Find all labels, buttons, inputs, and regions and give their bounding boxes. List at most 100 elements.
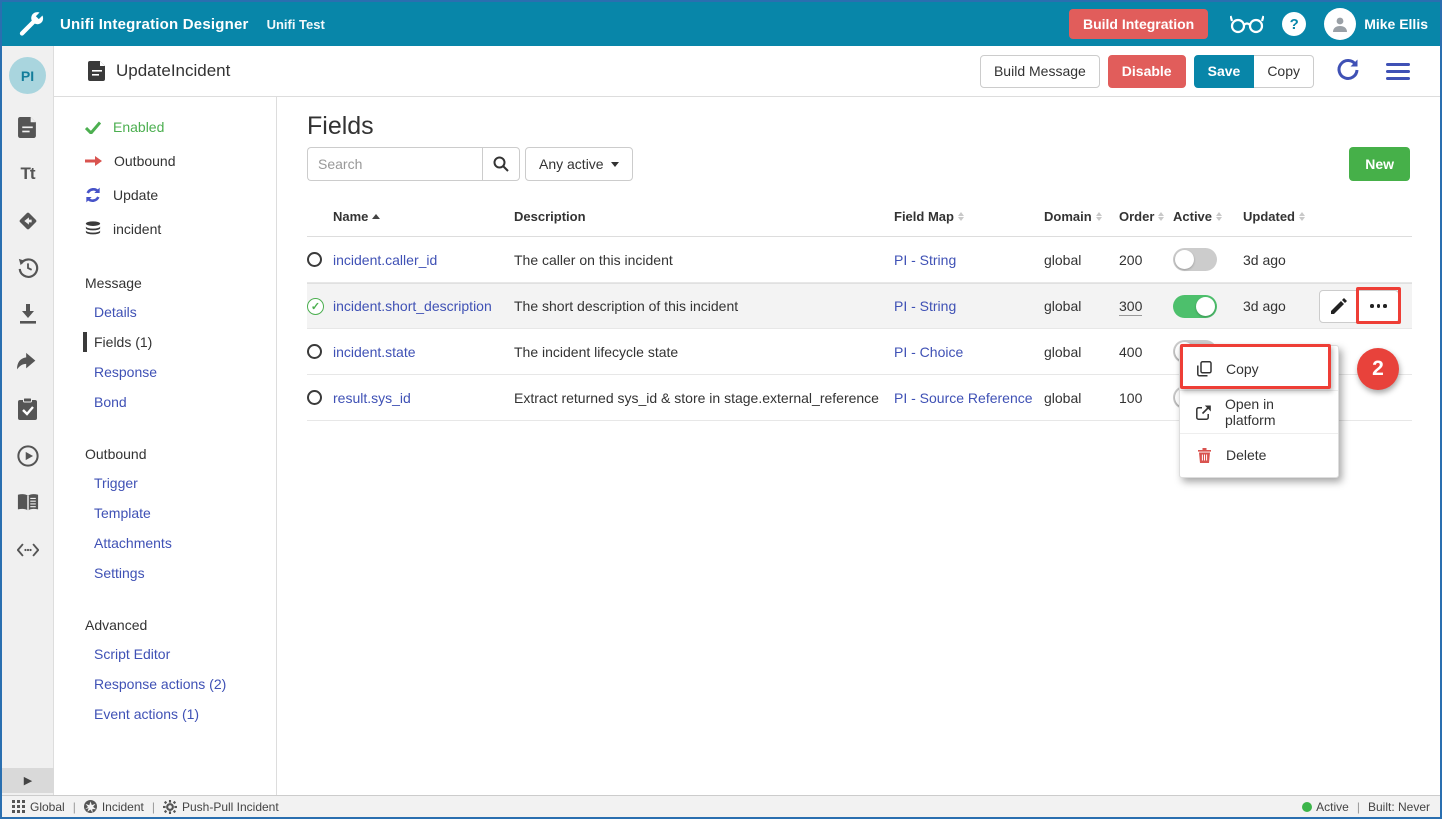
- nav-item-event-actions[interactable]: Event actions (1): [54, 699, 276, 729]
- statusbar-built: Built: Never: [1368, 800, 1430, 814]
- context-menu-open-in-platform[interactable]: Open in platform: [1180, 390, 1338, 433]
- column-header-name[interactable]: Name: [333, 209, 514, 224]
- top-app-bar: Unifi Integration Designer Unifi Test Bu…: [2, 2, 1440, 46]
- statusbar-integration[interactable]: Incident: [84, 800, 144, 814]
- column-header-field-map[interactable]: Field Map: [894, 209, 1044, 224]
- nav-item-details[interactable]: Details: [54, 297, 276, 327]
- left-icon-strip: PI Tt ▶: [2, 46, 54, 795]
- gear-icon: [163, 800, 177, 814]
- menu-button[interactable]: [1386, 63, 1410, 80]
- search-icon: [493, 156, 509, 172]
- expand-sidebar-button[interactable]: ▶: [2, 768, 54, 793]
- glasses-icon[interactable]: [1230, 13, 1264, 35]
- code-icon[interactable]: [17, 539, 39, 561]
- book-icon[interactable]: [17, 492, 39, 514]
- nav-section-message: Message Details Fields (1) Response Bond: [54, 269, 276, 417]
- history-icon[interactable]: [17, 257, 39, 279]
- refresh-icon: [1336, 58, 1360, 82]
- build-message-button[interactable]: Build Message: [980, 55, 1100, 88]
- nav-item-attachments[interactable]: Attachments: [54, 528, 276, 558]
- column-header-active[interactable]: Active: [1173, 209, 1243, 224]
- field-map-link[interactable]: PI - String: [894, 298, 1044, 314]
- column-header-description[interactable]: Description: [514, 209, 894, 224]
- field-name-link[interactable]: result.sys_id: [333, 390, 514, 406]
- field-map-link[interactable]: PI - Choice: [894, 344, 1044, 360]
- download-icon[interactable]: [17, 304, 39, 326]
- nav-item-fields[interactable]: Fields (1): [54, 327, 276, 357]
- sort-icons: [1158, 212, 1164, 221]
- workspace-name[interactable]: Unifi Test: [267, 17, 325, 32]
- statusbar-separator: |: [1357, 800, 1360, 814]
- field-order: 100: [1119, 390, 1173, 406]
- build-integration-button[interactable]: Build Integration: [1069, 9, 1208, 39]
- nav-item-response-actions[interactable]: Response actions (2): [54, 669, 276, 699]
- search-button[interactable]: [482, 147, 520, 181]
- user-avatar[interactable]: [1324, 8, 1356, 40]
- more-actions-button[interactable]: [1359, 290, 1399, 323]
- ellipsis-icon: [1370, 304, 1387, 308]
- list-controls: Any active New: [307, 147, 1410, 181]
- statusbar-message[interactable]: Push-Pull Incident: [163, 800, 279, 814]
- reply-icon[interactable]: [17, 351, 39, 373]
- user-name[interactable]: Mike Ellis: [1364, 16, 1428, 32]
- database-icon: [85, 221, 101, 237]
- clipboard-check-icon[interactable]: [17, 398, 39, 420]
- statusbar-active: Active: [1316, 800, 1349, 814]
- status-unchecked-icon: [307, 252, 322, 267]
- nav-item-response[interactable]: Response: [54, 357, 276, 387]
- column-header-order[interactable]: Order: [1119, 209, 1173, 224]
- table-row-selected: ✓ incident.short_description The short d…: [307, 283, 1412, 329]
- new-field-button[interactable]: New: [1349, 147, 1410, 181]
- play-circle-icon[interactable]: [17, 445, 39, 467]
- disable-button[interactable]: Disable: [1108, 55, 1186, 88]
- nav-item-script-editor[interactable]: Script Editor: [54, 639, 276, 669]
- nav-item-template[interactable]: Template: [54, 498, 276, 528]
- column-header-domain[interactable]: Domain: [1044, 209, 1119, 224]
- chevron-down-icon: [611, 162, 619, 167]
- document-icon: [88, 61, 106, 81]
- context-menu-delete[interactable]: Delete: [1180, 433, 1338, 476]
- active-toggle-on[interactable]: [1173, 295, 1217, 318]
- send-diamond-icon[interactable]: [17, 210, 39, 232]
- field-name-link[interactable]: incident.short_description: [333, 298, 514, 314]
- context-menu-copy[interactable]: Copy: [1180, 347, 1338, 390]
- panel-title: Fields: [307, 112, 374, 141]
- external-link-icon: [1196, 405, 1212, 420]
- integration-icon: [84, 800, 97, 813]
- nav-item-trigger[interactable]: Trigger: [54, 468, 276, 498]
- document-nav-icon[interactable]: [17, 116, 39, 138]
- text-fields-icon[interactable]: Tt: [17, 163, 39, 185]
- statusbar-scope[interactable]: Global: [12, 800, 65, 814]
- field-name-link[interactable]: incident.caller_id: [333, 252, 514, 268]
- field-domain: global: [1044, 298, 1119, 314]
- copy-button[interactable]: Copy: [1254, 55, 1314, 88]
- integration-avatar[interactable]: PI: [9, 57, 46, 94]
- help-icon[interactable]: ?: [1282, 12, 1306, 36]
- nav-section-title: Outbound: [54, 440, 276, 468]
- active-filter-dropdown[interactable]: Any active: [525, 147, 633, 181]
- record-status-list: Enabled Outbound Update incident: [54, 110, 276, 246]
- active-toggle[interactable]: [1173, 248, 1217, 271]
- save-button[interactable]: Save: [1194, 55, 1255, 88]
- status-bar: Global | Incident | Push-Pull Incident A…: [2, 795, 1440, 817]
- field-name-link[interactable]: incident.state: [333, 344, 514, 360]
- field-domain: global: [1044, 252, 1119, 268]
- status-unchecked-icon: [307, 344, 322, 359]
- grid-icon: [12, 800, 25, 813]
- field-map-link[interactable]: PI - Source Reference: [894, 390, 1044, 406]
- table-row: incident.caller_id The caller on this in…: [307, 237, 1412, 283]
- page-title: UpdateIncident: [116, 61, 230, 81]
- refresh-button[interactable]: [1336, 58, 1360, 85]
- nav-item-settings[interactable]: Settings: [54, 558, 276, 588]
- trash-icon: [1196, 448, 1213, 463]
- field-description: The short description of this incident: [514, 298, 894, 314]
- sort-icons: [1299, 212, 1305, 221]
- field-map-link[interactable]: PI - String: [894, 252, 1044, 268]
- column-header-updated[interactable]: Updated: [1243, 209, 1317, 224]
- search-input[interactable]: [307, 147, 482, 181]
- table-header-row: Name Description Field Map Domain Order …: [307, 197, 1412, 237]
- check-icon: [85, 121, 101, 134]
- edit-field-button[interactable]: [1319, 290, 1359, 323]
- nav-item-bond[interactable]: Bond: [54, 387, 276, 417]
- field-order-editable[interactable]: 300: [1119, 298, 1142, 316]
